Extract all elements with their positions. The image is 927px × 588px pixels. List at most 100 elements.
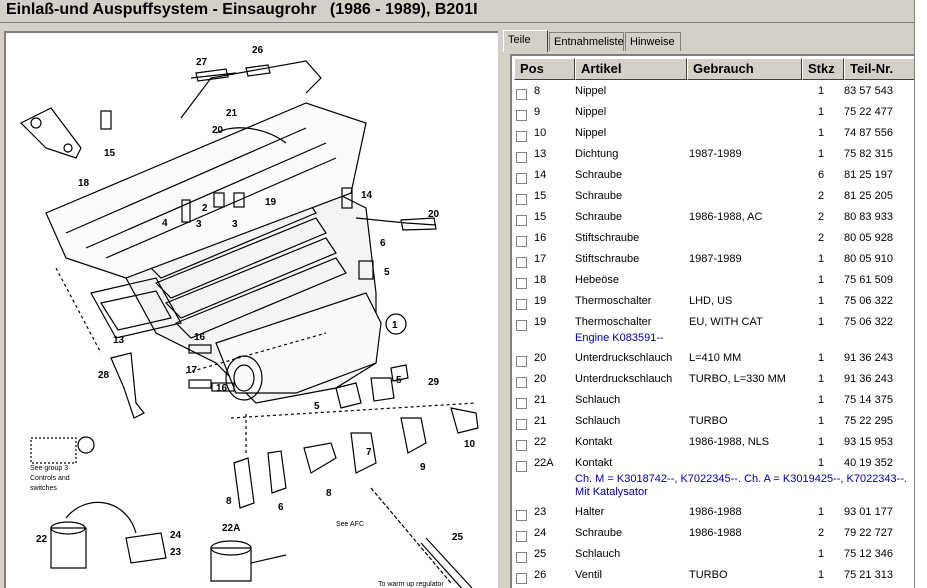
manifold-drawing: 27 26 21 20 15 18 2 19 14 4 3 3 20 6 5 1… <box>19 45 479 588</box>
label-23: 23 <box>170 547 182 558</box>
cell-teilnr: 80 05 910 <box>844 253 893 265</box>
cell-stkz: 1 <box>818 415 825 427</box>
table-row[interactable]: 22 Kontakt 1986-1988, NLS 1 93 15 953 <box>512 433 912 454</box>
cell-stkz: 2 <box>818 190 825 202</box>
table-row[interactable]: 24 Schraube 1986-1988 2 79 22 727 <box>512 524 912 545</box>
table-row[interactable]: 9 Nippel 1 75 22 477 <box>512 103 912 124</box>
label-8: 8 <box>326 488 332 499</box>
cell-teilnr: 80 05 928 <box>844 232 893 244</box>
row-checkbox[interactable] <box>516 461 527 472</box>
cell-stkz: 1 <box>818 253 825 265</box>
row-checkbox[interactable] <box>516 377 527 388</box>
table-row[interactable]: 15 Schraube 1986-1988, AC 2 80 83 933 <box>512 208 912 229</box>
row-checkbox[interactable] <box>516 173 527 184</box>
header-pos[interactable]: Pos <box>514 58 575 80</box>
row-checkbox[interactable] <box>516 110 527 121</box>
label-17: 17 <box>186 365 198 376</box>
table-row[interactable]: 18 Hebeöse 1 75 61 509 <box>512 271 912 292</box>
label-18: 18 <box>78 178 90 189</box>
row-checkbox[interactable] <box>516 320 527 331</box>
tab-entnahmeliste[interactable]: Entnahmeliste <box>549 32 624 51</box>
table-row[interactable]: 8 Nippel 1 83 57 543 <box>512 82 912 103</box>
row-checkbox[interactable] <box>516 552 527 563</box>
table-row[interactable]: 10 Nippel 1 74 87 556 <box>512 124 912 145</box>
row-checkbox[interactable] <box>516 440 527 451</box>
label-8b: 8 <box>226 496 232 507</box>
table-row[interactable]: 16 Stiftschraube 2 80 05 928 <box>512 229 912 250</box>
cell-artikel: Dichtung <box>575 148 619 160</box>
window-edge <box>914 0 927 588</box>
table-row[interactable]: 21 Schlauch TURBO 1 75 22 295 <box>512 412 912 433</box>
row-checkbox[interactable] <box>516 194 527 205</box>
cell-artikel: Stiftschraube <box>575 253 640 265</box>
cell-teilnr: 91 36 243 <box>844 373 893 385</box>
row-checkbox[interactable] <box>516 531 527 542</box>
cell-teilnr: 93 01 177 <box>844 506 893 518</box>
table-row[interactable]: 13 Dichtung 1987-1989 1 75 82 315 <box>512 145 912 166</box>
row-checkbox[interactable] <box>516 573 527 584</box>
row-checkbox[interactable] <box>516 278 527 289</box>
tab-hinweise[interactable]: Hinweise <box>625 32 681 51</box>
label-5: 5 <box>384 267 390 278</box>
cell-artikel: Schlauch <box>575 548 621 560</box>
row-checkbox[interactable] <box>516 152 527 163</box>
label-5b: 5 <box>396 375 402 386</box>
table-row[interactable]: 20 Unterdruckschlauch TURBO, L=330 MM 1 91 3… <box>512 370 912 391</box>
cell-artikel: Kontakt <box>575 457 613 469</box>
label-14: 14 <box>361 190 373 201</box>
table-row[interactable]: 17 Stiftschraube 1987-1989 1 80 05 910 <box>512 250 912 271</box>
table-row[interactable]: 15 Schraube 2 81 25 205 <box>512 187 912 208</box>
row-checkbox[interactable] <box>516 419 527 430</box>
cell-stkz: 1 <box>818 569 825 581</box>
table-row[interactable]: 25 Schlauch 1 75 12 346 <box>512 545 912 566</box>
row-checkbox[interactable] <box>516 299 527 310</box>
cell-artikel: Stiftschraube <box>575 232 640 244</box>
tab-teile[interactable]: Teile <box>503 30 548 52</box>
header-artikel[interactable]: Artikel <box>575 58 687 80</box>
label-26: 26 <box>252 45 264 56</box>
cell-teilnr: 75 12 346 <box>844 548 893 560</box>
label-2: 2 <box>202 203 208 214</box>
table-row[interactable]: 23 Halter 1986-1988 1 93 01 177 <box>512 503 912 524</box>
table-row[interactable]: 19 Thermoschalter EU, WITH CAT 1 75 06 322 En… <box>512 313 912 349</box>
cell-teilnr: 91 36 243 <box>844 352 893 364</box>
table-row[interactable]: 19 Thermoschalter LHD, US 1 75 06 322 <box>512 292 912 313</box>
label-29: 29 <box>428 377 440 388</box>
label-9: 9 <box>420 462 426 473</box>
cell-stkz: 1 <box>818 106 825 118</box>
label-19: 19 <box>265 197 277 208</box>
cell-stkz: 2 <box>818 211 825 223</box>
header-teilnr[interactable]: Teil-Nr. <box>844 58 914 80</box>
header-stkz[interactable]: Stkz <box>802 58 844 80</box>
table-row[interactable]: 26 Ventil TURBO 1 75 21 313 <box>512 566 912 587</box>
label-6: 6 <box>380 238 386 249</box>
cell-artikel: Unterdruckschlauch <box>575 373 673 385</box>
table-row[interactable]: 20 Unterdruckschlauch L=410 MM 1 91 36 243 <box>512 349 912 370</box>
cell-pos: 21 <box>534 394 547 406</box>
table-row[interactable]: 14 Schraube 6 81 25 197 <box>512 166 912 187</box>
cell-stkz: 2 <box>818 232 825 244</box>
row-checkbox[interactable] <box>516 215 527 226</box>
header-gebrauch[interactable]: Gebrauch <box>687 58 802 80</box>
row-checkbox[interactable] <box>516 89 527 100</box>
cell-gebrauch: L=410 MM <box>689 352 742 364</box>
row-checkbox[interactable] <box>516 356 527 367</box>
table-row[interactable]: 22A Kontakt 1 40 19 352 Ch. M = K3018742--, … <box>512 454 912 503</box>
row-checkbox[interactable] <box>516 398 527 409</box>
label-28: 28 <box>98 370 110 381</box>
cell-artikel: Schraube <box>575 169 623 181</box>
cell-gebrauch: TURBO, L=330 MM <box>689 373 786 385</box>
cell-artikel: Schraube <box>575 527 623 539</box>
label-20: 20 <box>212 125 224 136</box>
row-checkbox[interactable] <box>516 236 527 247</box>
label-3b: 3 <box>232 219 238 230</box>
cell-teilnr: 81 25 197 <box>844 169 893 181</box>
cell-teilnr: 74 87 556 <box>844 127 893 139</box>
table-row[interactable]: 21 Schlauch 1 75 14 375 <box>512 391 912 412</box>
label-13: 13 <box>113 335 125 346</box>
row-checkbox[interactable] <box>516 257 527 268</box>
cell-teilnr: 40 19 352 <box>844 457 893 469</box>
row-checkbox[interactable] <box>516 131 527 142</box>
label-7: 7 <box>366 447 372 458</box>
row-checkbox[interactable] <box>516 510 527 521</box>
